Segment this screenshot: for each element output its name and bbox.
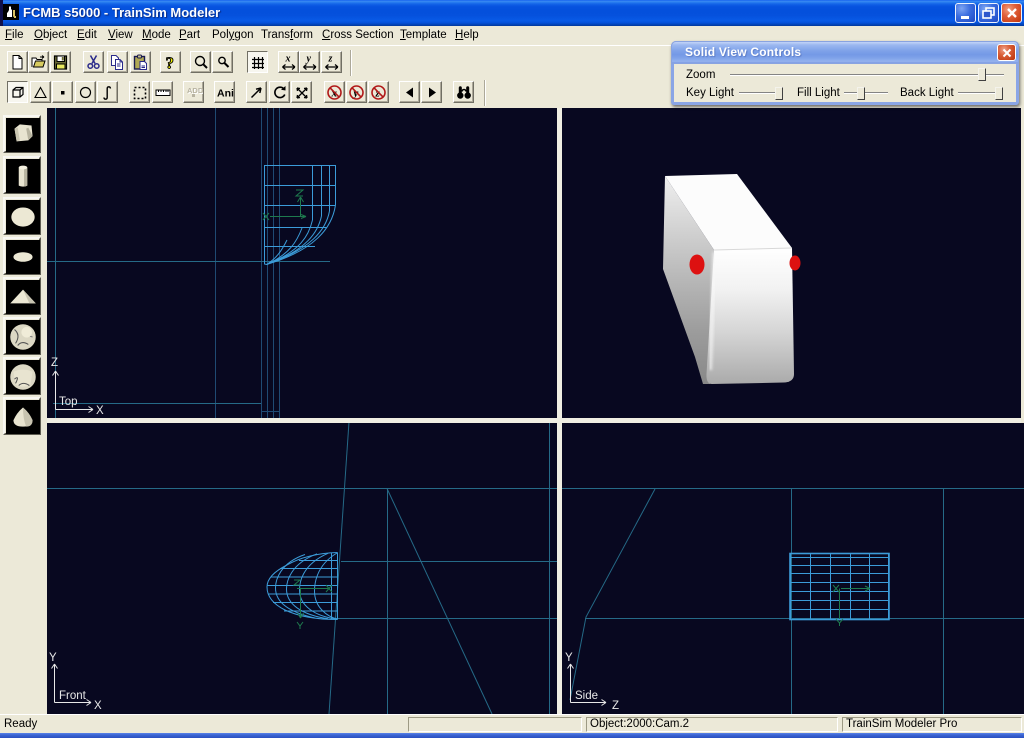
svg-text:Z: Z bbox=[51, 357, 58, 369]
svg-text:z: z bbox=[328, 54, 333, 65]
svg-text:?: ? bbox=[166, 54, 175, 71]
svg-text:Z: Z bbox=[612, 700, 619, 712]
svg-text:x: x bbox=[285, 54, 291, 65]
svg-text:Y: Y bbox=[49, 652, 57, 664]
svg-text:X: X bbox=[96, 405, 104, 417]
svg-text:y: y bbox=[306, 54, 312, 65]
svg-text:Y: Y bbox=[565, 652, 573, 664]
svg-text:ADD: ADD bbox=[187, 86, 203, 95]
svg-text:Side: Side bbox=[575, 690, 598, 702]
svg-text:Top: Top bbox=[59, 396, 78, 408]
svg-text:Ani: Ani bbox=[217, 88, 234, 100]
svg-text:Front: Front bbox=[59, 690, 87, 702]
svg-text:X: X bbox=[94, 700, 102, 712]
